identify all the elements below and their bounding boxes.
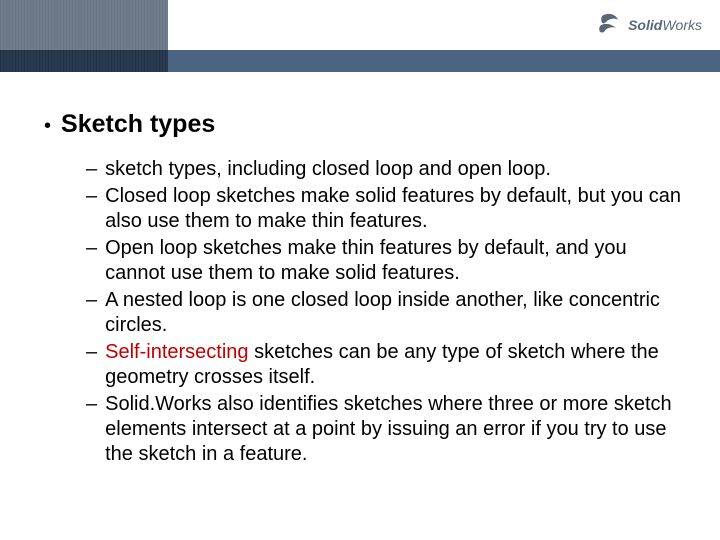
bullet-list: – sketch types, including closed loop an… — [86, 157, 682, 467]
highlight-word: Self-intersecting — [105, 341, 248, 363]
header-logo-area: SolidWorks — [168, 0, 720, 50]
brand-prefix: Solid — [628, 17, 662, 33]
dash-icon: – — [86, 392, 97, 417]
header-accent-block-lower — [0, 50, 168, 72]
list-item: – sketch types, including closed loop an… — [86, 157, 682, 182]
dash-icon: – — [86, 288, 97, 313]
dash-icon: – — [86, 236, 97, 261]
dash-icon: – — [86, 157, 97, 182]
slide-title: Sketch types — [61, 110, 215, 139]
list-item: – A nested loop is one closed loop insid… — [86, 288, 682, 338]
list-item: – Closed loop sketches make solid featur… — [86, 184, 682, 234]
list-item: – Self-intersecting sketches can be any … — [86, 340, 682, 390]
slide-header: SolidWorks — [0, 0, 720, 72]
slide-content: • Sketch types – sketch types, including… — [0, 72, 720, 467]
title-row: • Sketch types — [38, 110, 682, 139]
list-item-text: Self-intersecting sketches can be any ty… — [105, 340, 682, 390]
bullet-icon: • — [44, 115, 51, 138]
ds-logo-icon — [596, 12, 622, 38]
dash-icon: – — [86, 340, 97, 365]
list-item-text: Closed loop sketches make solid features… — [105, 184, 682, 234]
list-item-text: sketch types, including closed loop and … — [105, 157, 551, 182]
solidworks-logo: SolidWorks — [596, 12, 702, 38]
brand-text: SolidWorks — [628, 17, 702, 33]
brand-suffix: Works — [662, 17, 702, 33]
header-top-row: SolidWorks — [0, 0, 720, 50]
list-item-text: A nested loop is one closed loop inside … — [105, 288, 682, 338]
dash-icon: – — [86, 184, 97, 209]
header-accent-block — [0, 0, 168, 50]
list-item-text: Open loop sketches make thin features by… — [105, 236, 682, 286]
list-item: – Open loop sketches make thin features … — [86, 236, 682, 286]
list-item: – Solid.Works also identifies sketches w… — [86, 392, 682, 467]
list-item-text: Solid.Works also identifies sketches whe… — [105, 392, 682, 467]
